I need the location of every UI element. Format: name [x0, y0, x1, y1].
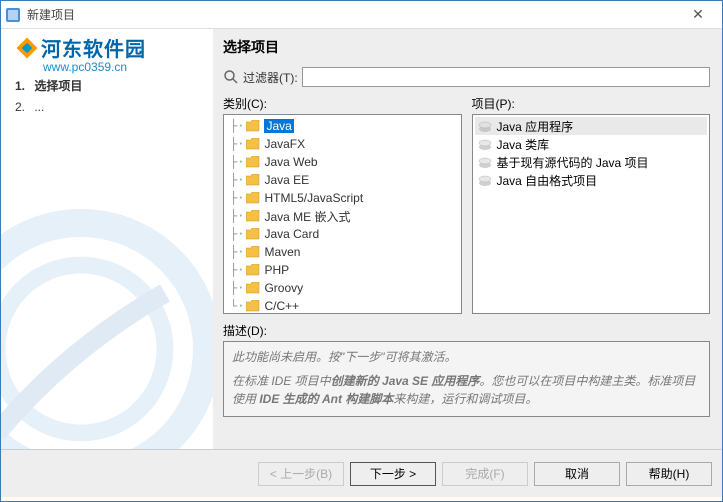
category-item-label: C/C++	[264, 299, 299, 313]
tree-connector: ├·	[230, 173, 244, 187]
close-button[interactable]: ✕	[678, 2, 718, 28]
folder-icon	[246, 246, 260, 258]
project-column: 项目(P): Java 应用程序Java 类库基于现有源代码的 Java 项目J…	[472, 95, 711, 314]
category-item[interactable]: ├· Java Card	[226, 225, 459, 243]
project-item[interactable]: Java 应用程序	[475, 117, 708, 135]
watermark-text: 河东软件园	[41, 33, 146, 62]
category-item-label: Groovy	[264, 281, 303, 295]
category-item[interactable]: ├· JavaFX	[226, 135, 459, 153]
category-item[interactable]: ├· HTML5/JavaScript	[226, 189, 459, 207]
page-heading: 选择项目	[223, 37, 710, 57]
finish-button[interactable]: 完成(F)	[442, 462, 528, 486]
watermark: 河东软件园 www.pc0359.cn	[13, 33, 146, 74]
folder-icon	[246, 264, 260, 276]
description-line: 此功能尚未启用。按"下一步"可将其激活。	[232, 348, 701, 366]
description-box: 此功能尚未启用。按"下一步"可将其激活。 在标准 IDE 项目中创建新的 Jav…	[223, 341, 710, 417]
folder-icon	[246, 192, 260, 204]
tree-connector: ├·	[230, 209, 244, 223]
title-bar: 新建项目 ✕	[1, 1, 722, 29]
category-item-label: Maven	[264, 245, 300, 259]
tree-connector: ├·	[230, 281, 244, 295]
tree-connector: ├·	[230, 137, 244, 151]
category-listbox[interactable]: ├· Java ├· JavaFX ├· Java Web ├· Java EE ├· HTML5…	[223, 114, 462, 314]
tree-connector: └·	[230, 299, 244, 313]
category-item-label: Java Card	[264, 227, 319, 241]
watermark-logo-icon	[13, 34, 41, 62]
app-icon	[5, 7, 21, 23]
project-icon	[477, 155, 493, 169]
selection-columns: 类别(C): ├· Java ├· JavaFX ├· Java Web ├· Java EE…	[223, 95, 710, 314]
category-item-label: HTML5/JavaScript	[264, 191, 363, 205]
project-listbox[interactable]: Java 应用程序Java 类库基于现有源代码的 Java 项目Java 自由格…	[472, 114, 711, 314]
filter-row: 过滤器(T):	[223, 67, 710, 87]
steps-panel: 河东软件园 www.pc0359.cn 1. 选择项目 2. ...	[1, 29, 213, 449]
folder-icon	[246, 174, 260, 186]
category-label: 类别(C):	[223, 95, 462, 112]
folder-icon	[246, 228, 260, 240]
project-icon	[477, 137, 493, 151]
filter-input[interactable]	[302, 67, 710, 87]
category-item-label: Java EE	[264, 173, 309, 187]
step-number: 1.	[15, 79, 31, 93]
filter-label: 过滤器(T):	[243, 69, 298, 86]
steps-list: 1. 选择项目 2. ...	[15, 77, 82, 120]
cancel-button[interactable]: 取消	[534, 462, 620, 486]
tree-connector: ├·	[230, 191, 244, 205]
step-item: 1. 选择项目	[15, 77, 82, 94]
category-item[interactable]: ├· Maven	[226, 243, 459, 261]
tree-connector: ├·	[230, 119, 244, 133]
project-item[interactable]: Java 自由格式项目	[475, 171, 708, 189]
project-item[interactable]: Java 类库	[475, 135, 708, 153]
window-title: 新建项目	[27, 6, 678, 23]
tree-connector: ├·	[230, 245, 244, 259]
category-item[interactable]: ├· Java Web	[226, 153, 459, 171]
category-item[interactable]: └· C/C++	[226, 297, 459, 314]
project-item[interactable]: 基于现有源代码的 Java 项目	[475, 153, 708, 171]
folder-icon	[246, 120, 260, 132]
category-item[interactable]: ├· Groovy	[226, 279, 459, 297]
next-button[interactable]: 下一步 >	[350, 462, 436, 486]
tree-connector: ├·	[230, 263, 244, 277]
project-icon	[477, 119, 493, 133]
project-icon	[477, 173, 493, 187]
step-item: 2. ...	[15, 100, 82, 114]
folder-icon	[246, 156, 260, 168]
folder-icon	[246, 138, 260, 150]
watermark-url: www.pc0359.cn	[43, 60, 146, 74]
step-number: 2.	[15, 100, 31, 114]
project-item-label: Java 类库	[497, 136, 550, 153]
main-content: 河东软件园 www.pc0359.cn 1. 选择项目 2. ... 选择项目 …	[1, 29, 722, 449]
project-item-label: Java 自由格式项目	[497, 172, 598, 189]
button-bar: < 上一步(B) 下一步 > 完成(F) 取消 帮助(H)	[1, 449, 722, 497]
description-line: 在标准 IDE 项目中创建新的 Java SE 应用程序。您也可以在项目中构建主…	[232, 372, 701, 408]
step-label: 选择项目	[34, 79, 82, 93]
category-item[interactable]: ├· Java ME 嵌入式	[226, 207, 459, 225]
category-item[interactable]: ├· PHP	[226, 261, 459, 279]
description-label: 描述(D):	[223, 322, 710, 339]
category-item[interactable]: ├· Java EE	[226, 171, 459, 189]
folder-icon	[246, 210, 260, 222]
category-column: 类别(C): ├· Java ├· JavaFX ├· Java Web ├· Java EE…	[223, 95, 462, 314]
category-item-label: Java ME 嵌入式	[264, 208, 350, 225]
category-item-label: Java Web	[264, 155, 317, 169]
back-button[interactable]: < 上一步(B)	[258, 462, 344, 486]
tree-connector: ├·	[230, 227, 244, 241]
project-label: 项目(P):	[472, 95, 711, 112]
category-item[interactable]: ├· Java	[226, 117, 459, 135]
folder-icon	[246, 282, 260, 294]
folder-icon	[246, 300, 260, 312]
search-icon	[223, 69, 239, 85]
form-panel: 选择项目 过滤器(T): 类别(C): ├· Java ├· JavaFX ├· Java…	[213, 29, 722, 449]
background-decoration	[1, 209, 213, 449]
category-item-label: JavaFX	[264, 137, 305, 151]
help-button[interactable]: 帮助(H)	[626, 462, 712, 486]
project-item-label: 基于现有源代码的 Java 项目	[497, 154, 649, 171]
category-item-label: Java	[264, 119, 293, 133]
project-item-label: Java 应用程序	[497, 118, 574, 135]
step-label: ...	[34, 100, 44, 114]
tree-connector: ├·	[230, 155, 244, 169]
category-item-label: PHP	[264, 263, 289, 277]
